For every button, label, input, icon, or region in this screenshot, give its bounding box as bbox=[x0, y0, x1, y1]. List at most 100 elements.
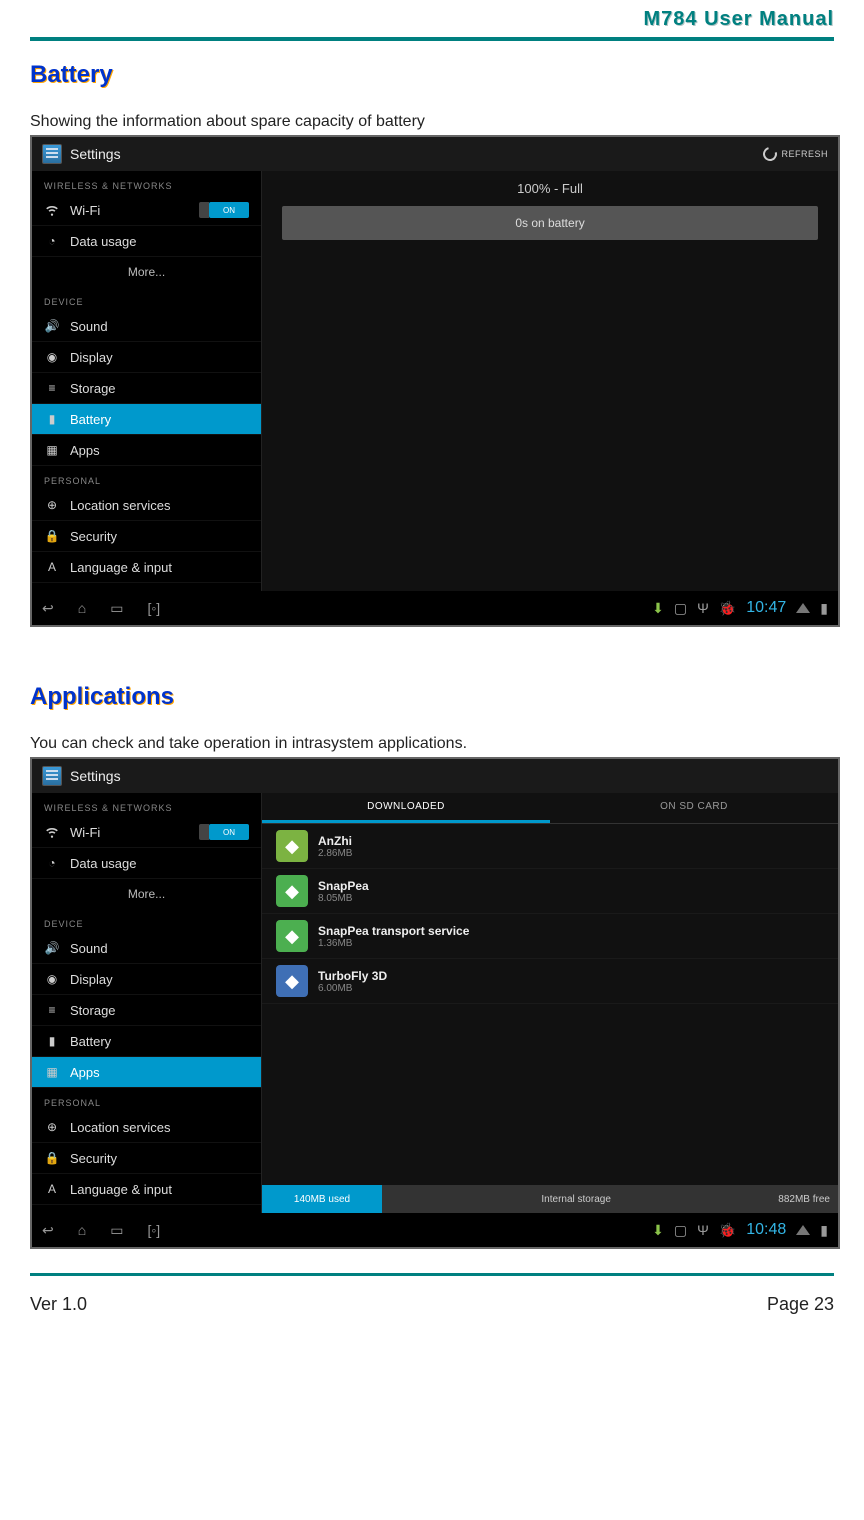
refresh-label: REFRESH bbox=[781, 149, 828, 159]
sidebar-header-wireless: WIRELESS & NETWORKS bbox=[32, 171, 261, 195]
storage-free: 882MB free bbox=[770, 1194, 838, 1205]
sidebar-item-label: Battery bbox=[70, 1034, 111, 1049]
data-usage-icon: ◔ bbox=[44, 233, 60, 249]
sidebar-item-label: Language & input bbox=[70, 1182, 172, 1197]
sound-icon: 🔊 bbox=[44, 940, 60, 956]
sidebar-item-battery[interactable]: ▮ Battery bbox=[32, 1026, 261, 1057]
clock: 10:47 bbox=[746, 599, 786, 617]
sidebar-item-backup[interactable]: ↻ Backup & reset bbox=[32, 583, 261, 591]
app-icon: ◆ bbox=[276, 830, 308, 862]
apps-tabs: DOWNLOADED ON SD CARD bbox=[262, 793, 838, 824]
footer-page: Page 23 bbox=[767, 1294, 834, 1315]
section-title-applications: Applications bbox=[30, 683, 834, 711]
back-button[interactable]: ↩ bbox=[42, 1222, 54, 1239]
apps-list: ◆AnZhi2.86MB◆SnapPea8.05MB◆SnapPea trans… bbox=[262, 824, 838, 1004]
app-size: 2.86MB bbox=[318, 848, 352, 859]
data-usage-icon: ◔ bbox=[44, 855, 60, 871]
home-button[interactable]: ⌂ bbox=[78, 1222, 86, 1238]
app-name: AnZhi bbox=[318, 834, 352, 848]
app-name: SnapPea transport service bbox=[318, 924, 469, 938]
app-row[interactable]: ◆SnapPea transport service1.36MB bbox=[262, 914, 838, 959]
sidebar-item-label: Display bbox=[70, 350, 113, 365]
status-icon-gallery: ▢ bbox=[674, 600, 687, 617]
sidebar-item-language[interactable]: A Language & input bbox=[32, 552, 261, 583]
screenshot-apps: Settings WIRELESS & NETWORKS Wi-Fi ON ◔ … bbox=[30, 757, 840, 1249]
recent-button[interactable]: ▭ bbox=[110, 600, 123, 617]
sidebar-item-security[interactable]: 🔒 Security bbox=[32, 1143, 261, 1174]
section-title-battery: Battery bbox=[30, 61, 834, 89]
sidebar-item-display[interactable]: ◉ Display bbox=[32, 342, 261, 373]
battery-status-icon: ▮ bbox=[820, 1222, 828, 1239]
screenshot-button[interactable]: [◦] bbox=[147, 600, 160, 616]
wifi-signal-icon bbox=[796, 603, 810, 613]
sidebar-item-apps[interactable]: ▦ Apps bbox=[32, 435, 261, 466]
sidebar-item-location[interactable]: ⊕ Location services bbox=[32, 1112, 261, 1143]
sidebar-header-personal: PERSONAL bbox=[32, 466, 261, 490]
lock-icon: 🔒 bbox=[44, 528, 60, 544]
status-icon-gallery: ▢ bbox=[674, 1222, 687, 1239]
sidebar-item-storage[interactable]: ≡ Storage bbox=[32, 995, 261, 1026]
sidebar-item-label: Sound bbox=[70, 319, 108, 334]
wifi-toggle[interactable]: ON bbox=[209, 202, 249, 218]
sidebar-item-data-usage[interactable]: ◔ Data usage bbox=[32, 848, 261, 879]
sidebar-item-wifi[interactable]: Wi-Fi ON bbox=[32, 817, 261, 848]
storage-label: Internal storage bbox=[382, 1194, 770, 1205]
sidebar-item-label: Security bbox=[70, 529, 117, 544]
app-icon: ◆ bbox=[276, 965, 308, 997]
tab-sdcard[interactable]: ON SD CARD bbox=[550, 793, 838, 823]
language-icon: A bbox=[44, 559, 60, 575]
app-name: SnapPea bbox=[318, 879, 369, 893]
app-row[interactable]: ◆TurboFly 3D6.00MB bbox=[262, 959, 838, 1004]
sidebar-item-storage[interactable]: ≡ Storage bbox=[32, 373, 261, 404]
app-row[interactable]: ◆SnapPea8.05MB bbox=[262, 869, 838, 914]
app-icon: ◆ bbox=[276, 920, 308, 952]
sidebar-item-battery[interactable]: ▮ Battery bbox=[32, 404, 261, 435]
sidebar-item-sound[interactable]: 🔊 Sound bbox=[32, 311, 261, 342]
storage-icon: ≡ bbox=[44, 380, 60, 396]
section-desc-battery: Showing the information about spare capa… bbox=[30, 113, 834, 131]
doc-header-title: M784 User Manual bbox=[643, 8, 834, 30]
sidebar-item-wifi[interactable]: Wi-Fi ON bbox=[32, 195, 261, 226]
sidebar-item-more[interactable]: More... bbox=[32, 257, 261, 287]
sidebar-item-location[interactable]: ⊕ Location services bbox=[32, 490, 261, 521]
sidebar-item-data-usage[interactable]: ◔ Data usage bbox=[32, 226, 261, 257]
status-icon-download: ⬇ bbox=[652, 600, 664, 617]
sidebar-item-apps[interactable]: ▦ Apps bbox=[32, 1057, 261, 1088]
battery-status-icon: ▮ bbox=[820, 600, 828, 617]
sidebar-item-label: Wi-Fi bbox=[70, 825, 100, 840]
sidebar-item-label: Security bbox=[70, 1151, 117, 1166]
home-button[interactable]: ⌂ bbox=[78, 600, 86, 616]
refresh-button[interactable]: REFRESH bbox=[763, 147, 828, 161]
sidebar-item-backup[interactable]: ↻ Backup & reset bbox=[32, 1205, 261, 1213]
storage-bar: 140MB used Internal storage 882MB free bbox=[262, 1185, 838, 1213]
wifi-toggle[interactable]: ON bbox=[209, 824, 249, 840]
location-icon: ⊕ bbox=[44, 1119, 60, 1135]
battery-time-bar[interactable]: 0s on battery bbox=[282, 206, 818, 240]
doc-footer: Ver 1.0 Page 23 bbox=[30, 1288, 834, 1335]
back-button[interactable]: ↩ bbox=[42, 600, 54, 617]
location-icon: ⊕ bbox=[44, 497, 60, 513]
settings-app-icon bbox=[42, 144, 62, 164]
wifi-icon bbox=[44, 202, 60, 218]
app-size: 8.05MB bbox=[318, 893, 369, 904]
sidebar-item-language[interactable]: A Language & input bbox=[32, 1174, 261, 1205]
header-rule bbox=[30, 37, 834, 41]
apps-icon: ▦ bbox=[44, 442, 60, 458]
sidebar-item-more[interactable]: More... bbox=[32, 879, 261, 909]
recent-button[interactable]: ▭ bbox=[110, 1222, 123, 1239]
settings-sidebar: WIRELESS & NETWORKS Wi-Fi ON ◔ Data usag… bbox=[32, 793, 262, 1213]
sidebar-item-label: Storage bbox=[70, 381, 116, 396]
sidebar-item-label: Language & input bbox=[70, 560, 172, 575]
sidebar-item-sound[interactable]: 🔊 Sound bbox=[32, 933, 261, 964]
sidebar-item-label: Location services bbox=[70, 1120, 170, 1135]
window-title: Settings bbox=[70, 768, 121, 784]
storage-icon: ≡ bbox=[44, 1002, 60, 1018]
sidebar-item-display[interactable]: ◉ Display bbox=[32, 964, 261, 995]
tab-downloaded[interactable]: DOWNLOADED bbox=[262, 793, 550, 823]
screenshot-button[interactable]: [◦] bbox=[147, 1222, 160, 1238]
status-icon-usb: Ψ bbox=[697, 1222, 709, 1238]
sidebar-item-security[interactable]: 🔒 Security bbox=[32, 521, 261, 552]
app-row[interactable]: ◆ AnZhi2.86MB bbox=[262, 824, 838, 869]
battery-icon: ▮ bbox=[44, 1033, 60, 1049]
doc-header: M784 User Manual bbox=[30, 0, 834, 35]
